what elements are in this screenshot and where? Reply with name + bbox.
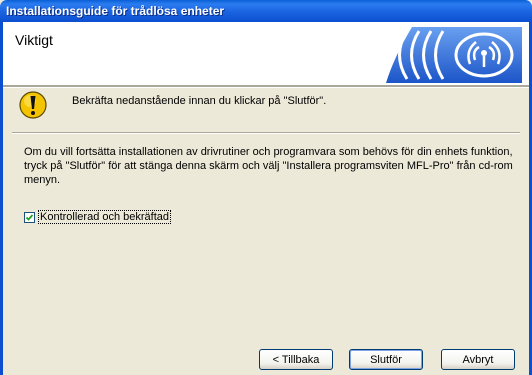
description-text: Om du vill fortsätta installationen av d… <box>24 146 513 186</box>
back-button[interactable]: < Tillbaka <box>259 349 333 370</box>
wireless-logo-icon <box>386 27 522 83</box>
page-heading: Viktigt <box>15 32 53 48</box>
finish-button[interactable]: Slutför <box>349 349 423 370</box>
header-divider <box>3 85 529 88</box>
cancel-button[interactable]: Avbryt <box>441 349 515 370</box>
notice-text: Bekräfta nedanstående innan du klickar p… <box>72 95 327 107</box>
checkbox-box[interactable] <box>24 211 35 223</box>
exclamation-icon <box>19 91 47 119</box>
title-bar[interactable]: Installationsguide för trådlösa enheter <box>0 0 532 22</box>
wizard-window: Installationsguide för trådlösa enheter … <box>0 0 532 375</box>
content-divider <box>12 132 520 134</box>
confirm-checkbox[interactable]: Kontrollerad och bekräftad <box>24 210 172 224</box>
window-title: Installationsguide för trådlösa enheter <box>6 4 225 18</box>
checkmark-icon <box>25 213 34 221</box>
checkbox-label[interactable]: Kontrollerad och bekräftad <box>38 210 172 224</box>
